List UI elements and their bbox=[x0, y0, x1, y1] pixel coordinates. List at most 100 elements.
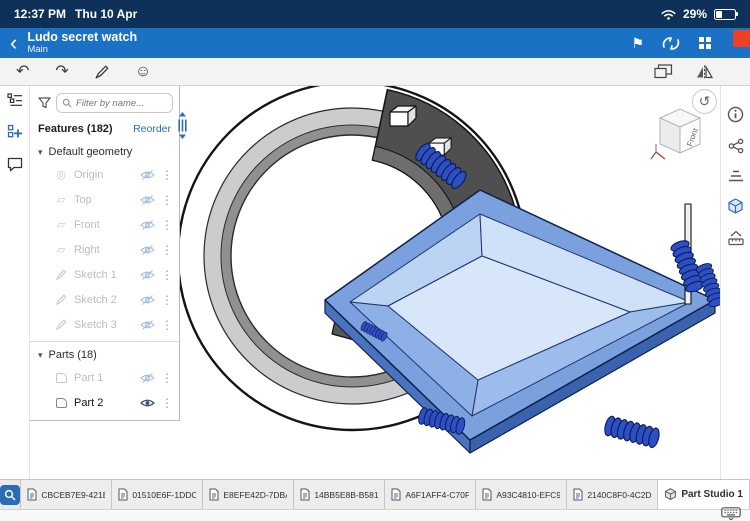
left-rail bbox=[0, 86, 30, 479]
section-label: Parts (18) bbox=[49, 349, 97, 361]
part-studio-cube-icon[interactable] bbox=[727, 198, 744, 215]
hidden-eye-icon[interactable] bbox=[140, 373, 155, 383]
hidden-eye-icon[interactable] bbox=[140, 245, 155, 255]
document-tab-icon bbox=[209, 488, 219, 501]
section-parts[interactable]: ▾ Parts (18) bbox=[30, 344, 179, 365]
plane-icon: ▱ bbox=[54, 218, 68, 231]
panel-resize-handle[interactable] bbox=[176, 112, 189, 139]
undo-button[interactable]: ↶ bbox=[16, 64, 29, 80]
keyboard-dismiss-icon[interactable] bbox=[721, 507, 741, 520]
filter-input[interactable] bbox=[76, 98, 167, 109]
share-icon[interactable] bbox=[728, 138, 744, 154]
document-tab-icon bbox=[391, 488, 401, 501]
onshape-logo-icon[interactable] bbox=[661, 36, 681, 51]
comment-icon[interactable] bbox=[7, 157, 23, 172]
document-tab[interactable]: 2140C8F0-4C2D-... bbox=[567, 480, 658, 509]
feature-row-top[interactable]: ▱ Top ⋮ bbox=[30, 187, 179, 212]
row-menu-icon[interactable]: ⋮ bbox=[161, 168, 173, 182]
status-bar: 12:37 PM Thu 10 Apr 29% bbox=[0, 0, 750, 28]
part-row-2[interactable]: Part 2 ⋮ bbox=[30, 390, 179, 415]
find-tab-button[interactable] bbox=[0, 480, 21, 509]
feature-row-origin[interactable]: ◎ Origin ⋮ bbox=[30, 162, 179, 187]
origin-icon: ◎ bbox=[54, 168, 68, 181]
hidden-eye-icon[interactable] bbox=[140, 270, 155, 280]
3d-viewport[interactable]: ↺ Front bbox=[180, 86, 720, 479]
plane-icon: ▱ bbox=[54, 193, 68, 206]
tab-label: A6F1AFF4-C70F-... bbox=[405, 490, 469, 500]
filter-funnel-icon[interactable] bbox=[38, 97, 51, 109]
row-menu-icon[interactable]: ⋮ bbox=[161, 318, 173, 332]
sketch-icon bbox=[54, 319, 68, 330]
app-header: ‹ Ludo secret watch Main ⚑ bbox=[0, 28, 750, 58]
section-view-icon[interactable] bbox=[695, 65, 714, 79]
sketch-icon bbox=[54, 294, 68, 305]
filter-search-box[interactable] bbox=[56, 93, 173, 113]
document-tab[interactable]: A6F1AFF4-C70F-... bbox=[385, 480, 476, 509]
row-menu-icon[interactable]: ⋮ bbox=[161, 243, 173, 257]
hidden-eye-icon[interactable] bbox=[140, 170, 155, 180]
document-tab[interactable]: CBCEB7E9-421E-... bbox=[21, 480, 112, 509]
main-toolbar: ↶ ↷ ☺ bbox=[0, 58, 750, 86]
feature-row-right[interactable]: ▱ Right ⋮ bbox=[30, 237, 179, 262]
appearance-smiley-icon[interactable]: ☺ bbox=[135, 64, 151, 80]
right-sidebar bbox=[720, 86, 750, 479]
tab-label: 2140C8F0-4C2D-... bbox=[587, 490, 651, 500]
search-icon bbox=[62, 98, 72, 108]
cad-model[interactable] bbox=[180, 86, 720, 479]
feature-label: Right bbox=[74, 244, 140, 256]
feature-row-front[interactable]: ▱ Front ⋮ bbox=[30, 212, 179, 237]
reorder-link[interactable]: Reorder bbox=[133, 123, 171, 135]
apps-grid-icon[interactable] bbox=[698, 36, 712, 50]
feature-row-sketch-2[interactable]: Sketch 2 ⋮ bbox=[30, 287, 179, 312]
main-area: Features (182) Reorder ▾ Default geometr… bbox=[0, 86, 750, 479]
bottom-strip bbox=[0, 509, 750, 521]
row-menu-icon[interactable]: ⋮ bbox=[161, 268, 173, 282]
feature-label: Origin bbox=[74, 169, 140, 181]
feature-label: Sketch 2 bbox=[74, 294, 140, 306]
row-menu-icon[interactable]: ⋮ bbox=[161, 218, 173, 232]
sketch-pencil-icon[interactable] bbox=[95, 65, 109, 79]
feature-row-sketch-3[interactable]: Sketch 3 ⋮ bbox=[30, 312, 179, 337]
part-label: Part 2 bbox=[74, 397, 140, 409]
follow-flag-icon[interactable]: ⚑ bbox=[631, 36, 644, 50]
document-tab[interactable]: A93C4810-EFC9-... bbox=[476, 480, 567, 509]
visible-eye-icon[interactable] bbox=[140, 398, 155, 408]
row-menu-icon[interactable]: ⋮ bbox=[161, 396, 173, 410]
battery-icon bbox=[714, 9, 736, 20]
hidden-eye-icon[interactable] bbox=[140, 195, 155, 205]
feature-label: Top bbox=[74, 194, 140, 206]
feature-label: Sketch 1 bbox=[74, 269, 140, 281]
feature-list-toggle-icon[interactable] bbox=[7, 93, 23, 107]
document-tab[interactable]: 14BB5E8B-B581-... bbox=[294, 480, 385, 509]
measure-icon[interactable] bbox=[728, 230, 744, 246]
view-cube[interactable]: Front bbox=[648, 102, 706, 164]
hidden-eye-icon[interactable] bbox=[140, 295, 155, 305]
sketch-icon bbox=[54, 269, 68, 280]
hidden-eye-icon[interactable] bbox=[140, 320, 155, 330]
insert-feature-icon[interactable] bbox=[7, 124, 23, 140]
document-tab[interactable]: E8EFE42D-7DBA-... bbox=[203, 480, 294, 509]
versions-icon[interactable] bbox=[728, 169, 744, 183]
row-menu-icon[interactable]: ⋮ bbox=[161, 371, 173, 385]
feature-row-sketch-1[interactable]: Sketch 1 ⋮ bbox=[30, 262, 179, 287]
document-tab[interactable]: 01510E6F-1DDC-... bbox=[112, 480, 203, 509]
section-label: Default geometry bbox=[49, 146, 133, 158]
tab-label: 01510E6F-1DDC-... bbox=[132, 490, 196, 500]
feature-label: Front bbox=[74, 219, 140, 231]
tab-label: Part Studio 1 bbox=[681, 489, 743, 500]
recording-indicator bbox=[733, 30, 750, 47]
info-icon[interactable] bbox=[727, 106, 744, 123]
redo-button[interactable]: ↷ bbox=[55, 64, 68, 80]
section-default-geometry[interactable]: ▾ Default geometry bbox=[30, 141, 179, 162]
row-menu-icon[interactable]: ⋮ bbox=[161, 193, 173, 207]
part-label: Part 1 bbox=[74, 372, 140, 384]
tab-part-studio-1[interactable]: Part Studio 1 bbox=[658, 480, 750, 509]
document-tab-icon bbox=[118, 488, 128, 501]
back-button[interactable]: ‹ bbox=[10, 31, 17, 55]
row-menu-icon[interactable]: ⋮ bbox=[161, 293, 173, 307]
hidden-eye-icon[interactable] bbox=[140, 220, 155, 230]
part-row-1[interactable]: Part 1 ⋮ bbox=[30, 365, 179, 390]
create-drawing-icon[interactable] bbox=[654, 64, 673, 79]
part-icon bbox=[54, 398, 68, 408]
document-tab-bar: CBCEB7E9-421E-... 01510E6F-1DDC-... E8EF… bbox=[0, 479, 750, 509]
